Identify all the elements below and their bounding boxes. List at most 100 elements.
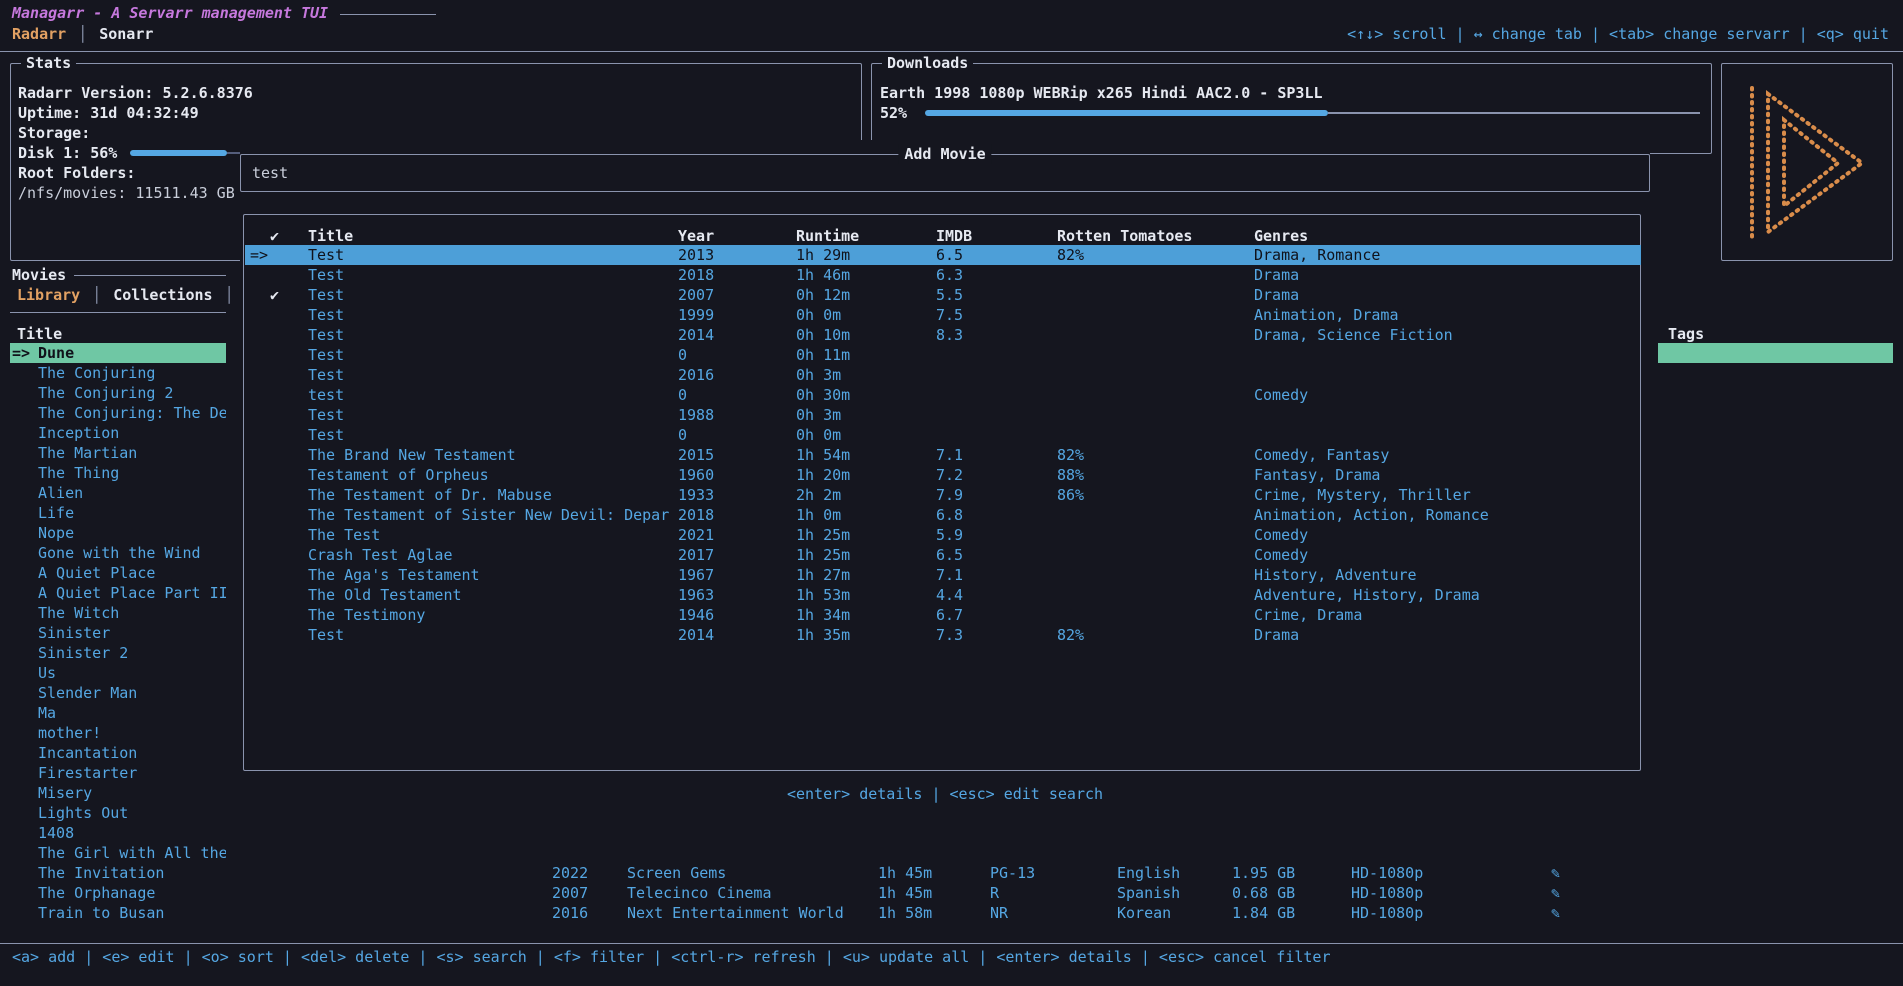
movies-list-item[interactable]: Ma	[10, 703, 226, 723]
movies-list-item[interactable]: A Quiet Place	[10, 563, 226, 583]
cell-year: 1963	[678, 585, 714, 605]
result-row[interactable]: The Testament of Sister New Devil: Depar…	[245, 505, 1641, 525]
cell-genres: Animation, Drama	[1254, 305, 1399, 325]
movie-title: Sinister 2	[38, 643, 128, 663]
cell-runtime: 0h 0m	[796, 305, 841, 325]
movie-title: Nope	[38, 523, 74, 543]
result-row[interactable]: Test20160h 3m	[245, 365, 1641, 385]
movies-list-item[interactable]: Sinister 2	[10, 643, 226, 663]
checked-icon: ✔	[270, 285, 279, 305]
cell-runtime: 1h 46m	[796, 265, 850, 285]
movie-title: Us	[38, 663, 56, 683]
bottom-help: <a> add | <e> edit | <o> sort | <del> de…	[12, 947, 1331, 967]
servarr-tabs: Radarr │ Sonarr	[12, 24, 153, 44]
cell-genres: Comedy	[1254, 385, 1308, 405]
movies-list-item[interactable]: Misery	[10, 783, 226, 803]
movie-title: Lights Out	[38, 803, 128, 823]
cell-year: 2016	[678, 365, 714, 385]
result-row[interactable]: The Aga's Testament19671h 27m7.1History,…	[245, 565, 1641, 585]
result-row[interactable]: Test19880h 3m	[245, 405, 1641, 425]
result-row[interactable]: The Test20211h 25m5.9Comedy	[245, 525, 1641, 545]
movies-list-item[interactable]: Alien	[10, 483, 226, 503]
movies-list-item[interactable]: Us	[10, 663, 226, 683]
movies-list-item[interactable]: Life	[10, 503, 226, 523]
cell-genres: History, Adventure	[1254, 565, 1417, 585]
cell-year: 0	[678, 385, 687, 405]
cell-year: 2013	[678, 245, 714, 265]
cell-imdb: 6.5	[936, 245, 963, 265]
tab-library[interactable]: Library	[17, 285, 80, 305]
result-row[interactable]: Testament of Orpheus19601h 20m7.288%Fant…	[245, 465, 1641, 485]
movies-list-item[interactable]: The Conjuring	[10, 363, 226, 383]
movies-list-item[interactable]: Inception	[10, 423, 226, 443]
stats-version: Radarr Version: 5.2.6.8376	[18, 83, 253, 103]
library-row[interactable]: 2007Telecinco Cinema1h 45mRSpanish0.68 G…	[0, 883, 1903, 903]
cell-imdb: 6.5	[936, 545, 963, 565]
cell-title: The Old Testament	[308, 585, 462, 605]
result-row[interactable]: Test20140h 10m8.3Drama, Science Fiction	[245, 325, 1641, 345]
movie-title: Dune	[38, 343, 74, 363]
cell-genres: Comedy	[1254, 525, 1308, 545]
movies-list-item[interactable]: A Quiet Place Part II	[10, 583, 226, 603]
cell-title: Test	[308, 425, 344, 445]
result-row[interactable]: Test00h 11m	[245, 345, 1641, 365]
movies-list-item[interactable]: Gone with the Wind	[10, 543, 226, 563]
column-header: IMDB	[936, 226, 972, 246]
tab-sonarr[interactable]: Sonarr	[99, 24, 153, 44]
result-row[interactable]: Test00h 0m	[245, 425, 1641, 445]
movies-list-item[interactable]: 1408	[10, 823, 226, 843]
movie-title: Sinister	[38, 623, 110, 643]
result-row[interactable]: Test20181h 46m6.3Drama	[245, 265, 1641, 285]
cell-title: Crash Test Aglae	[308, 545, 453, 565]
movies-list-item[interactable]: mother!	[10, 723, 226, 743]
movies-list-item[interactable]: The Witch	[10, 603, 226, 623]
tag-selected-item[interactable]	[1658, 343, 1893, 363]
cell-title: Test	[308, 405, 344, 425]
tab-collections[interactable]: Collections	[113, 285, 212, 305]
library-row[interactable]: 2016Next Entertainment World1h 58mNRKore…	[0, 903, 1903, 923]
movies-list-item[interactable]: Lights Out	[10, 803, 226, 823]
movies-list-item[interactable]: Incantation	[10, 743, 226, 763]
cell-title: The Test	[308, 525, 380, 545]
result-row[interactable]: The Brand New Testament20151h 54m7.182%C…	[245, 445, 1641, 465]
movies-list-item[interactable]: The Girl with All the	[10, 843, 226, 863]
result-row[interactable]: Test19990h 0m7.5Animation, Drama	[245, 305, 1641, 325]
movies-list-item[interactable]: Slender Man	[10, 683, 226, 703]
cell-runtime: 1h 53m	[796, 585, 850, 605]
result-row[interactable]: Test20141h 35m7.382%Drama	[245, 625, 1641, 645]
cell-runtime: 0h 3m	[796, 365, 841, 385]
cell-studio: Screen Gems	[627, 863, 726, 883]
result-row[interactable]: The Testament of Dr. Mabuse19332h 2m7.98…	[245, 485, 1641, 505]
cell-genres: Adventure, History, Drama	[1254, 585, 1480, 605]
movie-title: The Martian	[38, 443, 137, 463]
result-row[interactable]: =>Test20131h 29m6.582%Drama, Romance	[245, 245, 1641, 265]
result-row[interactable]: The Testimony19461h 34m6.7Crime, Drama	[245, 605, 1641, 625]
cell-year: 2022	[552, 863, 588, 883]
movie-title: The Conjuring 2	[38, 383, 173, 403]
result-row[interactable]: Crash Test Aglae20171h 25m6.5Comedy	[245, 545, 1641, 565]
movies-list-item[interactable]: The Conjuring 2	[10, 383, 226, 403]
movies-column-header: Title	[17, 324, 62, 344]
result-row[interactable]: test00h 30mComedy	[245, 385, 1641, 405]
cell-studio: Telecinco Cinema	[627, 883, 772, 903]
movies-list-item[interactable]: The Martian	[10, 443, 226, 463]
tab-radarr[interactable]: Radarr	[12, 24, 66, 44]
movies-title-rule	[74, 275, 226, 276]
movies-list-item[interactable]: The Conjuring: The De	[10, 403, 226, 423]
movies-list-item[interactable]: Sinister	[10, 623, 226, 643]
movies-list-item[interactable]: Nope	[10, 523, 226, 543]
cell-genres: Crime, Mystery, Thriller	[1254, 485, 1471, 505]
movies-list-item[interactable]: The Thing	[10, 463, 226, 483]
search-results-table: ✔TitleYearRuntimeIMDBRotten TomatoesGenr…	[243, 214, 1641, 771]
library-row[interactable]: 2022Screen Gems1h 45mPG-13English1.95 GB…	[0, 863, 1903, 883]
cell-genres: Drama	[1254, 285, 1299, 305]
movies-list-item[interactable]: Firestarter	[10, 763, 226, 783]
cell-runtime: 1h 58m	[878, 903, 932, 923]
result-row[interactable]: The Old Testament19631h 53m4.4Adventure,…	[245, 585, 1641, 605]
download-gauge-rest	[1328, 112, 1700, 114]
movie-title: 1408	[38, 823, 74, 843]
result-row[interactable]: ✔Test20070h 12m5.5Drama	[245, 285, 1641, 305]
movies-list-item[interactable]: =>Dune	[10, 343, 226, 363]
movie-search-input[interactable]: Add Movie test	[240, 154, 1650, 192]
stats-storage-label: Storage:	[18, 123, 90, 143]
